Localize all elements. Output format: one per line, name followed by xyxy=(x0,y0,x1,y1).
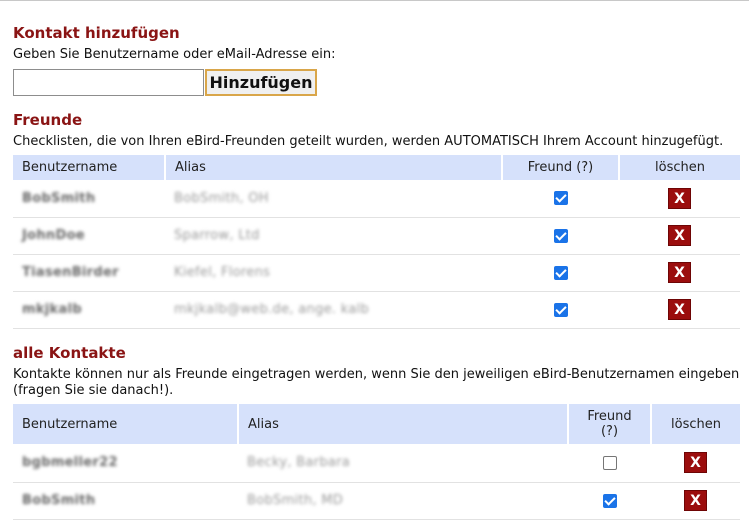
all-contacts-description: Kontakte können nur als Freunde eingetra… xyxy=(13,367,740,398)
friend-checkbox[interactable] xyxy=(602,455,617,470)
column-header-friend[interactable]: Freund (?) xyxy=(568,404,652,444)
friend-checkbox[interactable] xyxy=(553,265,568,280)
add-contact-button[interactable]: Hinzufügen xyxy=(205,69,317,96)
column-header-delete: löschen xyxy=(619,155,740,180)
friend-checkbox[interactable] xyxy=(553,191,568,206)
username-cell[interactable]: BobSmith xyxy=(22,493,95,508)
alias-cell: Sparrow, Ltd xyxy=(174,228,260,243)
add-contact-heading: Kontakt hinzufügen xyxy=(13,24,180,42)
friend-checkbox[interactable] xyxy=(553,228,568,243)
column-header-username: Benutzername xyxy=(13,155,166,180)
username-cell[interactable]: TiasenBirder xyxy=(22,265,119,280)
add-contact-form: Hinzufügen xyxy=(13,69,740,96)
friends-table: Benutzername Alias Freund (?) löschen Bo… xyxy=(13,155,740,329)
friends-heading: Freunde xyxy=(13,111,83,129)
friend-checkbox[interactable] xyxy=(602,493,617,508)
alias-cell: Kiefel, Florens xyxy=(174,265,271,280)
all-contacts-section: alle Kontakte Kontakte können nur als Fr… xyxy=(13,344,740,520)
all-contacts-table: Benutzername Alias Freund (?) löschen bg… xyxy=(13,404,740,520)
table-row: JohnDoe Sparrow, Ltd X xyxy=(13,217,740,255)
add-contact-instruction: Geben Sie Benutzername oder eMail-Adress… xyxy=(13,47,336,62)
column-header-friend[interactable]: Freund (?) xyxy=(502,155,620,180)
delete-button[interactable]: X xyxy=(684,452,707,474)
username-cell[interactable]: BobSmith xyxy=(22,191,95,206)
alias-cell: Becky, Barbara xyxy=(247,455,351,471)
alias-cell: BobSmith, MD xyxy=(247,493,344,508)
column-header-alias: Alias xyxy=(165,155,503,180)
top-divider xyxy=(0,0,749,1)
delete-button[interactable]: X xyxy=(668,187,691,209)
column-header-alias: Alias xyxy=(238,404,569,444)
alias-cell: BobSmith, OH xyxy=(174,190,269,206)
column-header-username: Benutzername xyxy=(13,404,239,444)
alias-cell: mkjkalb@web.de, ange. kalb xyxy=(174,302,370,317)
friends-description: Checklisten, die von Ihren eBird-Freunde… xyxy=(13,134,724,149)
delete-button[interactable]: X xyxy=(668,299,691,320)
add-contact-section: Kontakt hinzufügen Geben Sie Benutzernam… xyxy=(13,24,740,96)
column-header-delete: löschen xyxy=(651,404,740,444)
friend-checkbox[interactable] xyxy=(553,302,568,317)
all-contacts-table-header: Benutzername Alias Freund (?) löschen xyxy=(13,404,740,444)
username-cell[interactable]: mkjkalb xyxy=(22,302,82,317)
all-contacts-heading: alle Kontakte xyxy=(13,344,126,362)
table-row: BobSmith BobSmith, OH X xyxy=(13,180,740,218)
delete-button[interactable]: X xyxy=(684,490,707,511)
table-row: BobSmith BobSmith, MD X xyxy=(13,482,740,520)
username-cell[interactable]: bgbmeller22 xyxy=(22,455,118,470)
delete-button[interactable]: X xyxy=(668,225,691,246)
friends-section: Freunde Checklisten, die von Ihren eBird… xyxy=(13,111,740,329)
username-cell[interactable]: JohnDoe xyxy=(22,228,85,243)
delete-button[interactable]: X xyxy=(668,262,691,283)
add-contact-input[interactable] xyxy=(13,69,204,96)
table-row: bgbmeller22 Becky, Barbara X xyxy=(13,444,740,483)
table-row: mkjkalb mkjkalb@web.de, ange. kalb X xyxy=(13,291,740,329)
table-row: TiasenBirder Kiefel, Florens X xyxy=(13,254,740,292)
friends-table-header: Benutzername Alias Freund (?) löschen xyxy=(13,155,740,180)
